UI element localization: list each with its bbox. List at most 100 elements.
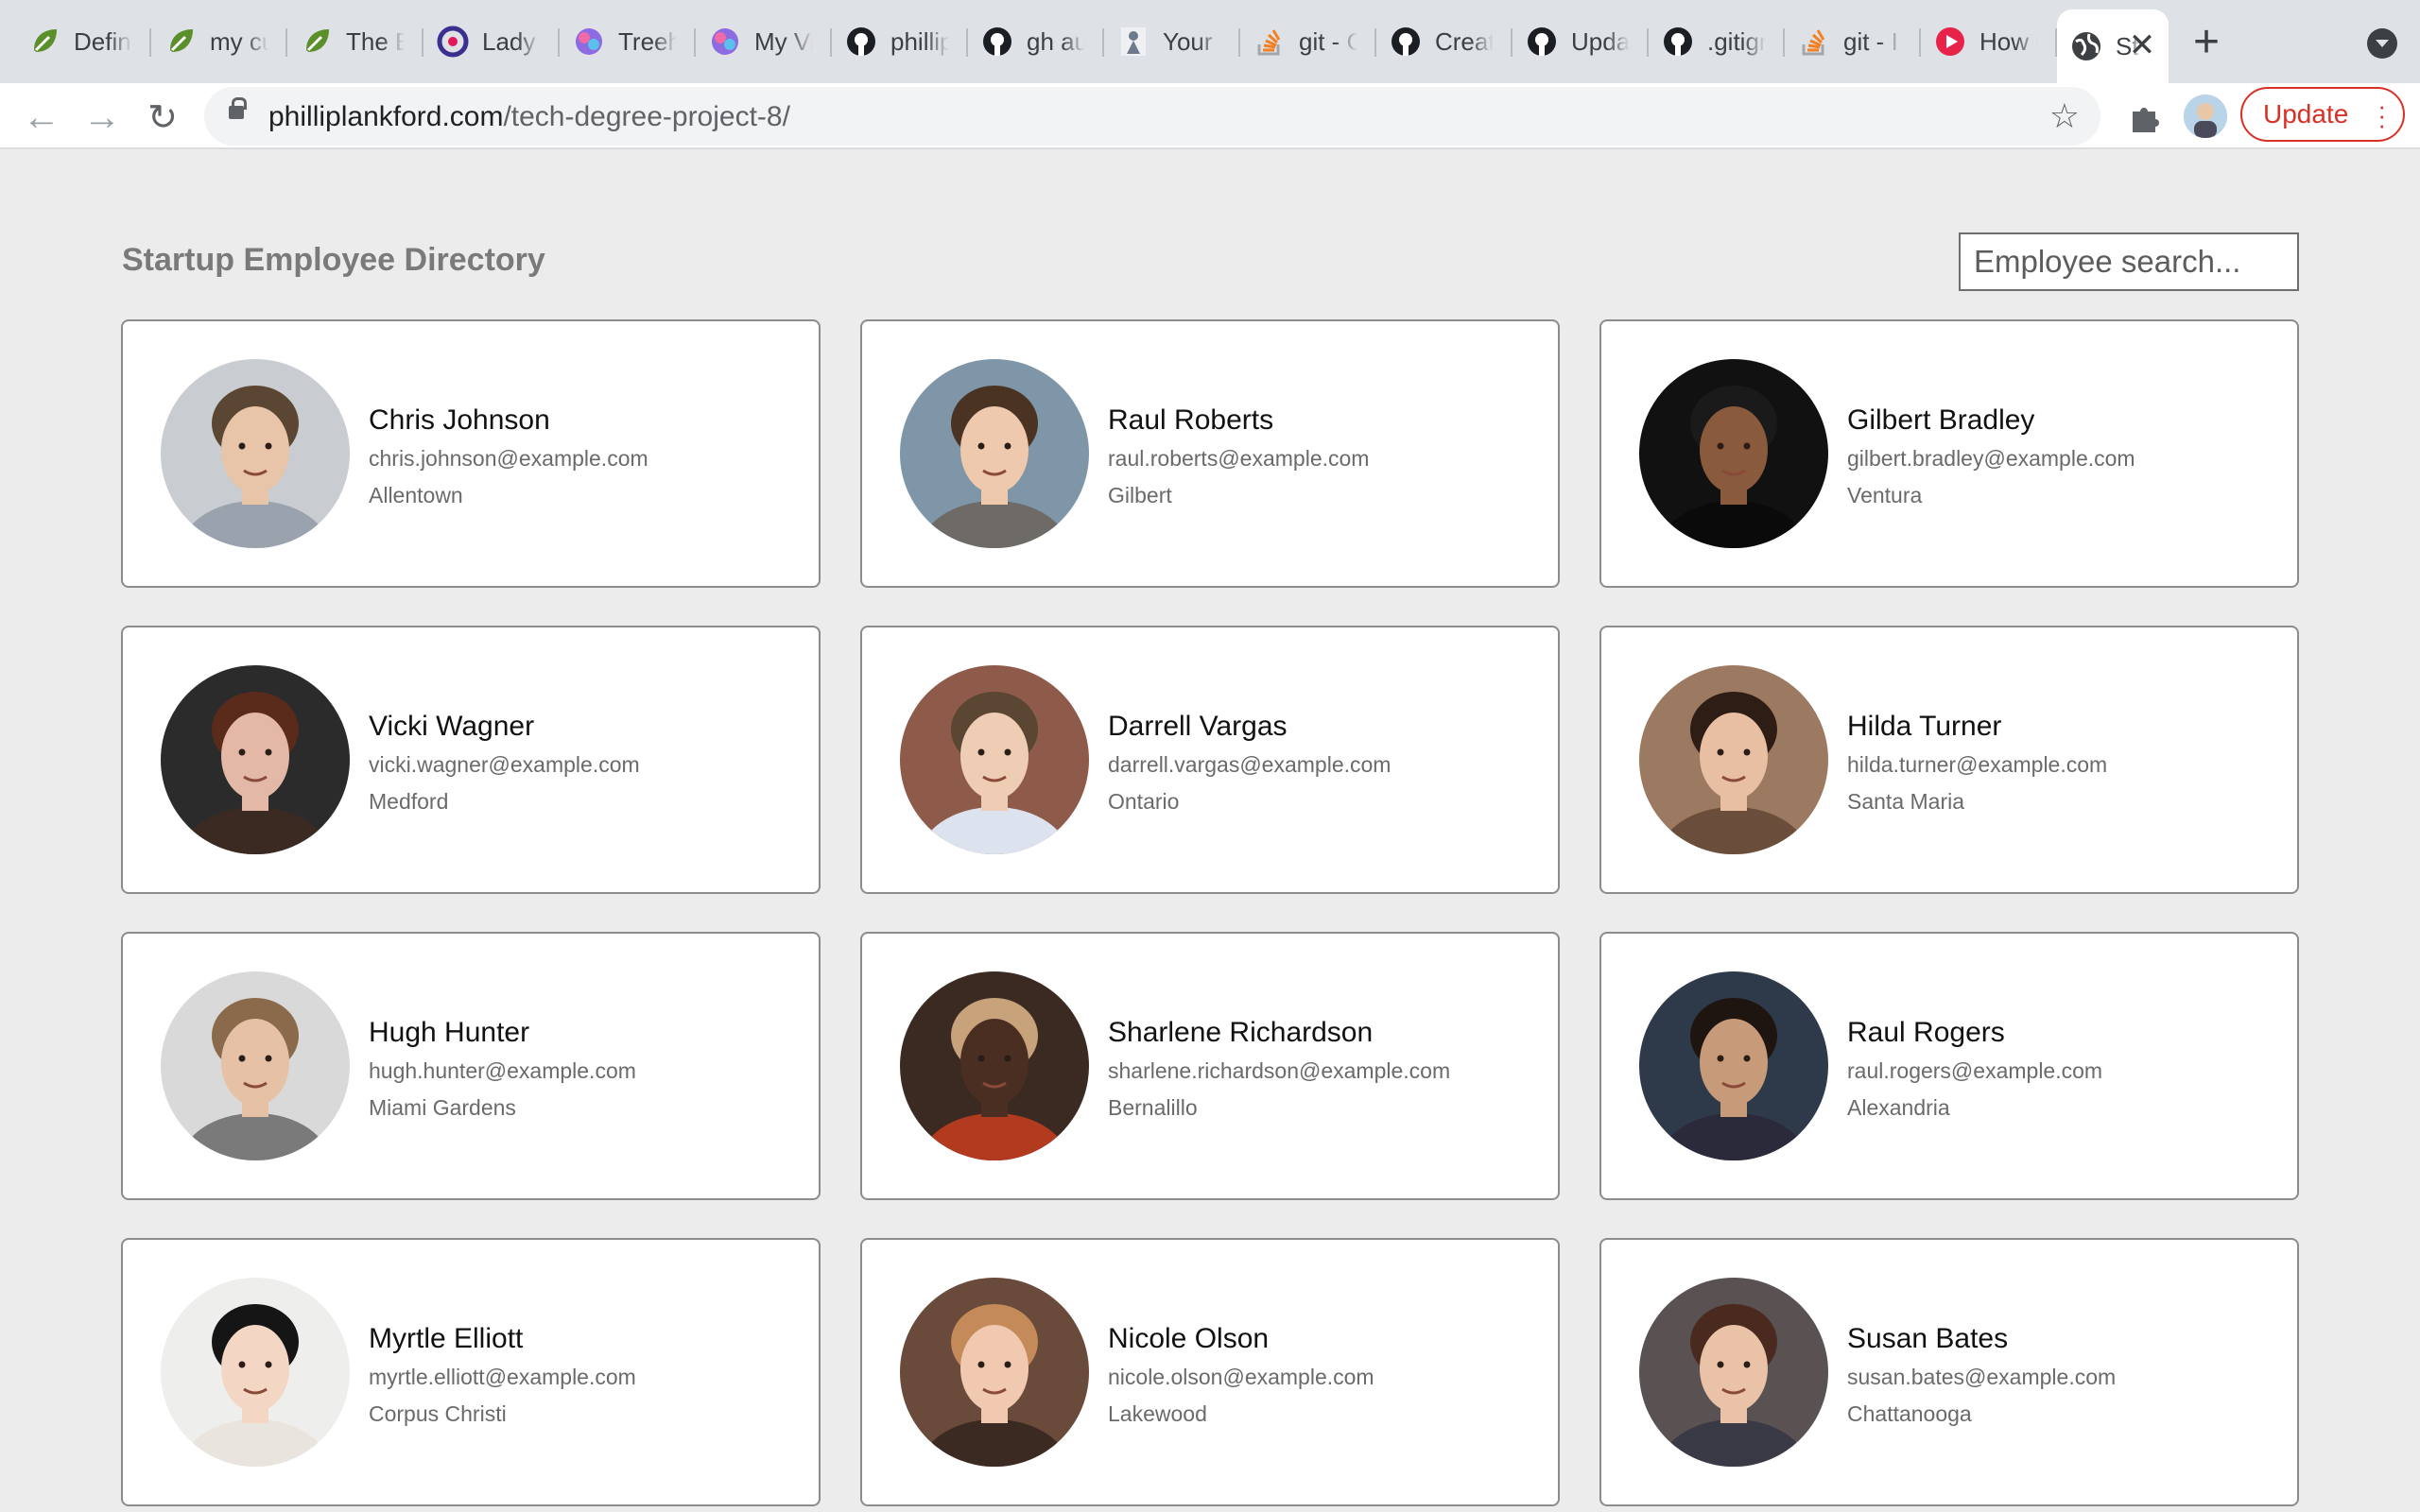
browser-tab[interactable]: git - I — [1785, 0, 1921, 83]
browser-tab-label: phillip — [890, 26, 949, 56]
figure-icon — [1117, 26, 1150, 58]
employee-city: Allentown — [369, 483, 463, 507]
employee-email: myrtle.elliott@example.com — [369, 1365, 636, 1389]
employee-photo — [900, 1278, 1089, 1467]
employee-card[interactable]: Hilda Turner hilda.turner@example.com Sant… — [1599, 626, 2299, 894]
browser-tab[interactable]: My Vi — [696, 0, 832, 83]
browser-tab[interactable]: phillip — [832, 0, 968, 83]
employee-card[interactable]: Raul Rogers raul.rogers@example.com Alexan… — [1599, 932, 2299, 1200]
employee-info: Gilbert Bradley gilbert.bradley@example.c… — [1847, 404, 2135, 508]
browser-tab[interactable]: The B — [287, 0, 424, 83]
browser-tab[interactable]: Treeh — [560, 0, 696, 83]
browser-tab[interactable]: my cu — [151, 0, 287, 83]
employee-photo — [1639, 1278, 1828, 1467]
employee-info: Nicole Olson nicole.olson@example.com Lake… — [1108, 1323, 1374, 1427]
employee-name: Raul Rogers — [1847, 1017, 2005, 1048]
leaf-icon — [301, 26, 333, 58]
bookmark-star-icon[interactable]: ☆ — [2049, 96, 2080, 136]
employee-info: Darrell Vargas darrell.vargas@example.com… — [1108, 711, 1391, 815]
employee-city: Bernalillo — [1108, 1095, 1198, 1120]
employee-card[interactable]: Susan Bates susan.bates@example.com Chatta… — [1599, 1238, 2299, 1506]
reload-icon[interactable]: ↻ — [138, 93, 187, 142]
employee-name: Hugh Hunter — [369, 1017, 530, 1048]
employee-info: Myrtle Elliott myrtle.elliott@example.com… — [369, 1323, 636, 1427]
browser-tab-label: git - I — [1843, 26, 1898, 56]
browser-tab[interactable]: gh au — [968, 0, 1104, 83]
employee-card[interactable]: Nicole Olson nicole.olson@example.com Lake… — [860, 1238, 1560, 1506]
stackoverflow-icon — [1798, 26, 1830, 58]
url-text: philliplankford.com/tech-degree-project-… — [268, 101, 790, 133]
forward-arrow-icon[interactable]: → — [78, 93, 127, 142]
employee-photo — [161, 971, 350, 1160]
browser-tab-label: Creat — [1435, 26, 1494, 56]
back-arrow-icon[interactable]: ← — [17, 93, 66, 142]
kebab-menu-icon[interactable]: · · · — [2377, 94, 2386, 137]
employee-card[interactable]: Gilbert Bradley gilbert.bradley@example.c… — [1599, 319, 2299, 588]
browser-tab-label: my cu — [210, 26, 268, 56]
employee-email: raul.rogers@example.com — [1847, 1058, 2103, 1083]
browser-tab-label: Upda — [1571, 26, 1630, 56]
employee-city: Gilbert — [1108, 483, 1172, 507]
employee-city: Santa Maria — [1847, 789, 1965, 814]
stackoverflow-icon — [1253, 26, 1286, 58]
browser-tab-active[interactable]: St ✕ — [2057, 9, 2169, 83]
browser-tab-label: gh au — [1027, 26, 1085, 56]
employee-photo — [900, 971, 1089, 1160]
browser-tab[interactable]: git - C — [1240, 0, 1376, 83]
employee-card[interactable]: Chris Johnson chris.johnson@example.com Al… — [121, 319, 821, 588]
browser-tab-label: Your — [1163, 26, 1213, 56]
profile-avatar[interactable] — [2184, 94, 2227, 138]
employee-card[interactable]: Raul Roberts raul.roberts@example.com Gilb… — [860, 319, 1560, 588]
address-bar[interactable]: philliplankford.com/tech-degree-project-… — [204, 87, 2100, 146]
employee-name: Darrell Vargas — [1108, 711, 1288, 742]
employee-city: Miami Gardens — [369, 1095, 516, 1120]
employee-photo — [161, 665, 350, 854]
github-icon — [845, 26, 877, 58]
browser-tab-label: Treeh — [618, 26, 677, 56]
browser-tab[interactable]: Defini — [15, 0, 151, 83]
employee-photo — [900, 359, 1089, 548]
update-button[interactable]: Update · · · — [2240, 87, 2405, 142]
employee-card[interactable]: Myrtle Elliott myrtle.elliott@example.com… — [121, 1238, 821, 1506]
browser-tab-label: git - C — [1299, 26, 1357, 56]
employee-email: hilda.turner@example.com — [1847, 752, 2108, 777]
employee-city: Corpus Christi — [369, 1401, 507, 1426]
browser-tab[interactable]: Upda — [1512, 0, 1649, 83]
employee-photo — [1639, 359, 1828, 548]
browser-tab-label: Lady — [482, 26, 536, 56]
extensions-puzzle-icon[interactable] — [2127, 100, 2161, 134]
close-icon[interactable]: ✕ — [2127, 26, 2157, 64]
employee-card[interactable]: Darrell Vargas darrell.vargas@example.com… — [860, 626, 1560, 894]
new-tab-button[interactable]: + — [2169, 0, 2244, 83]
page-title: Startup Employee Directory — [122, 242, 545, 278]
github-icon — [1526, 26, 1558, 58]
employee-search-input[interactable] — [1959, 232, 2299, 291]
browser-toolbar: ← → ↻ philliplankford.com/tech-degree-pr… — [0, 83, 2420, 149]
browser-tab[interactable]: Creat — [1376, 0, 1512, 83]
github-icon — [1390, 26, 1422, 58]
browser-tab[interactable]: How t — [1921, 0, 2057, 83]
employee-name: Chris Johnson — [369, 404, 550, 436]
treehouse-icon — [573, 26, 605, 58]
treehouse-icon — [709, 26, 741, 58]
employee-email: vicki.wagner@example.com — [369, 752, 640, 777]
employee-info: Raul Roberts raul.roberts@example.com Gilb… — [1108, 404, 1369, 508]
employee-card[interactable]: Vicki Wagner vicki.wagner@example.com Medf… — [121, 626, 821, 894]
globe-icon — [2070, 30, 2102, 62]
url-path: /tech-degree-project-8/ — [503, 101, 790, 132]
employee-city: Ventura — [1847, 483, 1923, 507]
employee-email: sharlene.richardson@example.com — [1108, 1058, 1451, 1083]
employee-photo — [900, 665, 1089, 854]
employee-photo — [1639, 971, 1828, 1160]
employee-card[interactable]: Hugh Hunter hugh.hunter@example.com Miami … — [121, 932, 821, 1200]
employee-email: gilbert.bradley@example.com — [1847, 446, 2135, 471]
lock-icon — [229, 97, 247, 119]
browser-tab[interactable]: Your — [1104, 0, 1240, 83]
employee-city: Alexandria — [1847, 1095, 1950, 1120]
browser-tab[interactable]: Lady — [424, 0, 560, 83]
browser-tab[interactable]: .gitign — [1649, 0, 1785, 83]
browser-tab-label: Defini — [74, 26, 132, 56]
employee-email: raul.roberts@example.com — [1108, 446, 1370, 471]
employee-card[interactable]: Sharlene Richardson sharlene.richardson@e… — [860, 932, 1560, 1200]
tab-search-icon[interactable] — [2367, 28, 2397, 59]
